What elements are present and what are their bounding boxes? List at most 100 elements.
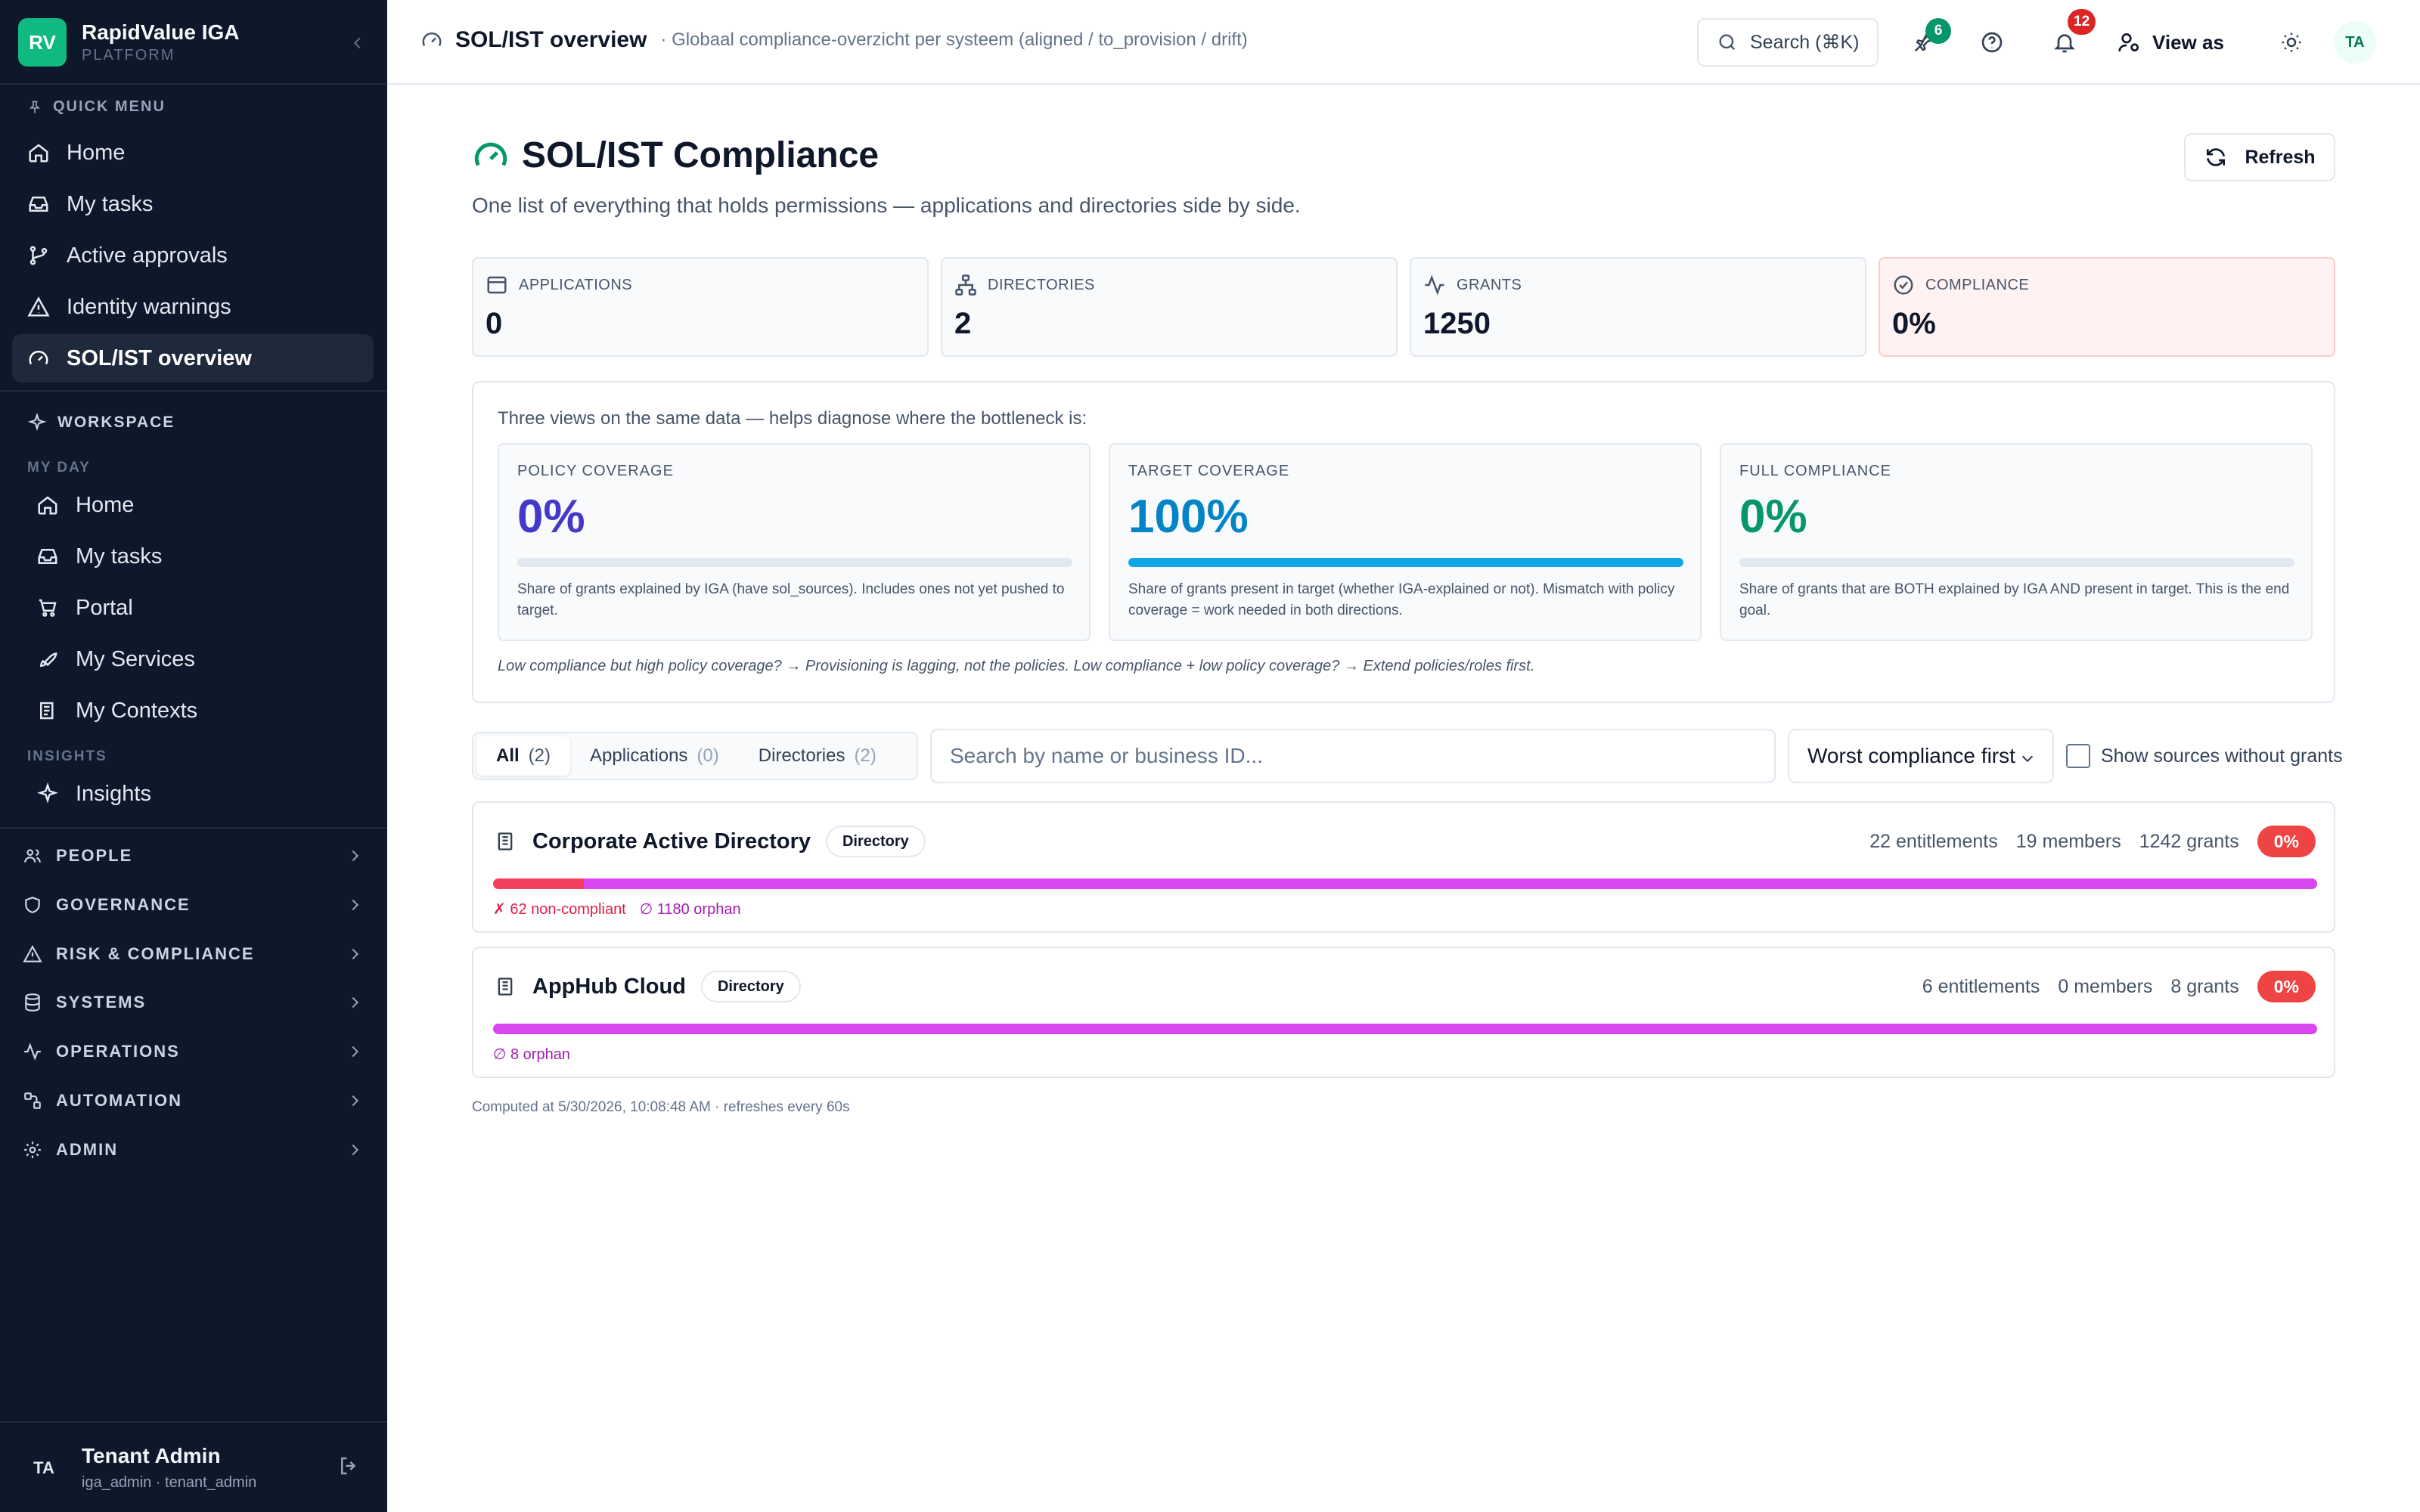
source-card[interactable]: Corporate Active Directory Directory 22 … bbox=[472, 801, 2335, 933]
help-button[interactable] bbox=[1971, 21, 2013, 64]
sidebar-group-automation[interactable]: AUTOMATION bbox=[23, 1086, 363, 1116]
sidebar-item-label: My Contexts bbox=[76, 698, 198, 723]
gauge-icon bbox=[29, 350, 48, 365]
show-sources-label: Show sources without grants bbox=[2101, 745, 2343, 767]
activity-icon bbox=[1425, 274, 1444, 296]
sparkle-icon bbox=[27, 413, 47, 432]
chevron-left-icon bbox=[353, 37, 361, 49]
server-icon bbox=[498, 832, 513, 850]
global-search-label: Search (⌘K) bbox=[1750, 32, 1860, 53]
source-compliance-pill: 0% bbox=[2257, 971, 2316, 1002]
refresh-button[interactable]: Refresh bbox=[2184, 133, 2335, 181]
view-description: Share of grants present in target (wheth… bbox=[1128, 581, 1675, 618]
theme-toggle-button[interactable] bbox=[2270, 21, 2313, 64]
chevron-down-icon bbox=[2021, 755, 2034, 763]
stat-card-applications: APPLICATIONS 0 bbox=[472, 257, 929, 357]
tab-label: Applications bbox=[590, 745, 688, 766]
sidebar-group-admin[interactable]: ADMIN bbox=[23, 1135, 363, 1165]
sort-select[interactable]: Worst compliance first bbox=[1788, 729, 2054, 783]
source-compliance-bar bbox=[493, 878, 2317, 889]
source-compliance-bar bbox=[493, 1024, 2317, 1034]
brand[interactable]: RV RapidValue IGA PLATFORM bbox=[18, 18, 369, 67]
sidebar-item-label: My Services bbox=[76, 646, 195, 671]
sidebar-divider bbox=[0, 83, 387, 85]
view-card-policy-coverage: POLICY COVERAGE 0% Share of grants expla… bbox=[498, 443, 1091, 641]
sidebar-group-governance[interactable]: GOVERNANCE bbox=[23, 890, 363, 920]
topbar: SOL/IST overview · Globaal compliance-ov… bbox=[387, 0, 2420, 85]
view-label: TARGET COVERAGE bbox=[1128, 463, 1290, 479]
quick-item-sol-ist-overview[interactable]: SOL/IST overview bbox=[12, 334, 374, 383]
sidebar-item-my-contexts[interactable]: My Contexts bbox=[12, 686, 374, 735]
view-description: Share of grants explained by IGA (have s… bbox=[517, 581, 1065, 618]
user-switch-icon bbox=[2118, 33, 2139, 52]
window-icon bbox=[487, 276, 507, 294]
view-value: 100% bbox=[1128, 491, 1249, 543]
pins-badge: 6 bbox=[1925, 18, 1951, 44]
sidebar-item-portal[interactable]: Portal bbox=[12, 584, 374, 632]
brand-subtitle: PLATFORM bbox=[82, 47, 175, 64]
source-search-input[interactable] bbox=[930, 729, 1776, 783]
quick-item-identity-warnings[interactable]: Identity warnings bbox=[12, 283, 374, 331]
collapse-sidebar-button[interactable] bbox=[346, 32, 369, 54]
sidebar-item-label: Portal bbox=[76, 595, 133, 620]
pin-icon bbox=[29, 101, 41, 113]
pins-button[interactable]: 6 bbox=[1903, 18, 1951, 64]
quick-item-active-approvals[interactable]: Active approvals bbox=[12, 231, 374, 280]
user-role: iga_admin · tenant_admin bbox=[82, 1474, 257, 1491]
tab-directories[interactable]: Directories (2) bbox=[739, 736, 896, 776]
sidebar-item-my-services[interactable]: My Services bbox=[12, 635, 374, 683]
cart-icon bbox=[39, 599, 57, 617]
sort-selected-value: Worst compliance first bbox=[1807, 744, 2015, 767]
quick-item-my-tasks[interactable]: My tasks bbox=[12, 180, 374, 228]
topbar-description: · Globaal compliance-overzicht per syste… bbox=[660, 29, 1248, 50]
view-value: 0% bbox=[1739, 491, 1807, 543]
stat-label: APPLICATIONS bbox=[486, 274, 632, 296]
source-members: 19 members bbox=[2015, 830, 2121, 852]
sidebar-item-my-tasks[interactable]: My tasks bbox=[12, 532, 374, 581]
view-as-button[interactable]: View as bbox=[2118, 23, 2224, 62]
server-icon bbox=[498, 978, 513, 996]
home-icon bbox=[29, 144, 48, 163]
stat-value: 0% bbox=[1892, 307, 1936, 340]
source-grants: 8 grants bbox=[2170, 975, 2239, 997]
topbar-title-group: SOL/IST overview · Globaal compliance-ov… bbox=[420, 27, 1248, 53]
sidebar-group-risk-compliance[interactable]: RISK & COMPLIANCE bbox=[23, 939, 363, 969]
source-name: AppHub Cloud bbox=[532, 974, 686, 999]
sidebar-group-operations[interactable]: OPERATIONS bbox=[23, 1036, 363, 1067]
show-sources-toggle[interactable]: Show sources without grants bbox=[2066, 744, 2343, 768]
chevron-right-icon bbox=[352, 899, 359, 911]
non-compliant-tag: ✗ 62 non-compliant bbox=[493, 901, 626, 918]
sidebar-item-insights[interactable]: Insights bbox=[12, 770, 374, 818]
tab-all[interactable]: All (2) bbox=[476, 736, 571, 776]
quick-item-label: Identity warnings bbox=[67, 294, 231, 319]
sidebar-item-home[interactable]: Home bbox=[12, 481, 374, 529]
chevron-right-icon bbox=[352, 1144, 359, 1156]
notifications-button[interactable]: 12 bbox=[2043, 9, 2096, 64]
view-label: POLICY COVERAGE bbox=[517, 463, 674, 479]
chevron-right-icon bbox=[352, 1046, 359, 1058]
user-avatar[interactable]: TA bbox=[21, 1445, 67, 1491]
sidebar-group-people[interactable]: PEOPLE bbox=[23, 841, 363, 871]
view-card-full-compliance: FULL COMPLIANCE 0% Share of grants that … bbox=[1720, 443, 2313, 641]
topbar-avatar[interactable]: TA bbox=[2334, 21, 2376, 64]
sidebar-divider bbox=[0, 390, 387, 392]
sidebar-item-label: Home bbox=[76, 492, 135, 517]
sidebar: RV RapidValue IGA PLATFORM QUICK MENU Ho… bbox=[0, 0, 387, 1512]
bar-segment-orphan bbox=[584, 878, 2317, 889]
view-as-label: View as bbox=[2152, 30, 2224, 54]
tab-count: (2) bbox=[854, 745, 876, 766]
source-type-badge: Directory bbox=[825, 826, 926, 857]
sidebar-group-systems[interactable]: SYSTEMS bbox=[23, 987, 363, 1018]
quick-item-label: SOL/IST overview bbox=[67, 345, 252, 370]
tab-applications[interactable]: Applications (0) bbox=[570, 736, 739, 776]
hierarchy-icon bbox=[955, 274, 976, 296]
show-sources-checkbox[interactable] bbox=[2066, 744, 2090, 768]
source-card[interactable]: AppHub Cloud Directory 6 entitlements 0 … bbox=[472, 947, 2335, 1078]
logout-icon bbox=[341, 1457, 356, 1475]
logout-button[interactable] bbox=[337, 1455, 360, 1481]
quick-item-home[interactable]: Home bbox=[12, 129, 374, 177]
sidebar-item-label: My tasks bbox=[76, 544, 163, 569]
global-search-button[interactable]: Search (⌘K) bbox=[1697, 18, 1879, 67]
orphan-tag: ∅ 1180 orphan bbox=[639, 901, 741, 918]
my-day-label: MY DAY bbox=[27, 460, 91, 476]
